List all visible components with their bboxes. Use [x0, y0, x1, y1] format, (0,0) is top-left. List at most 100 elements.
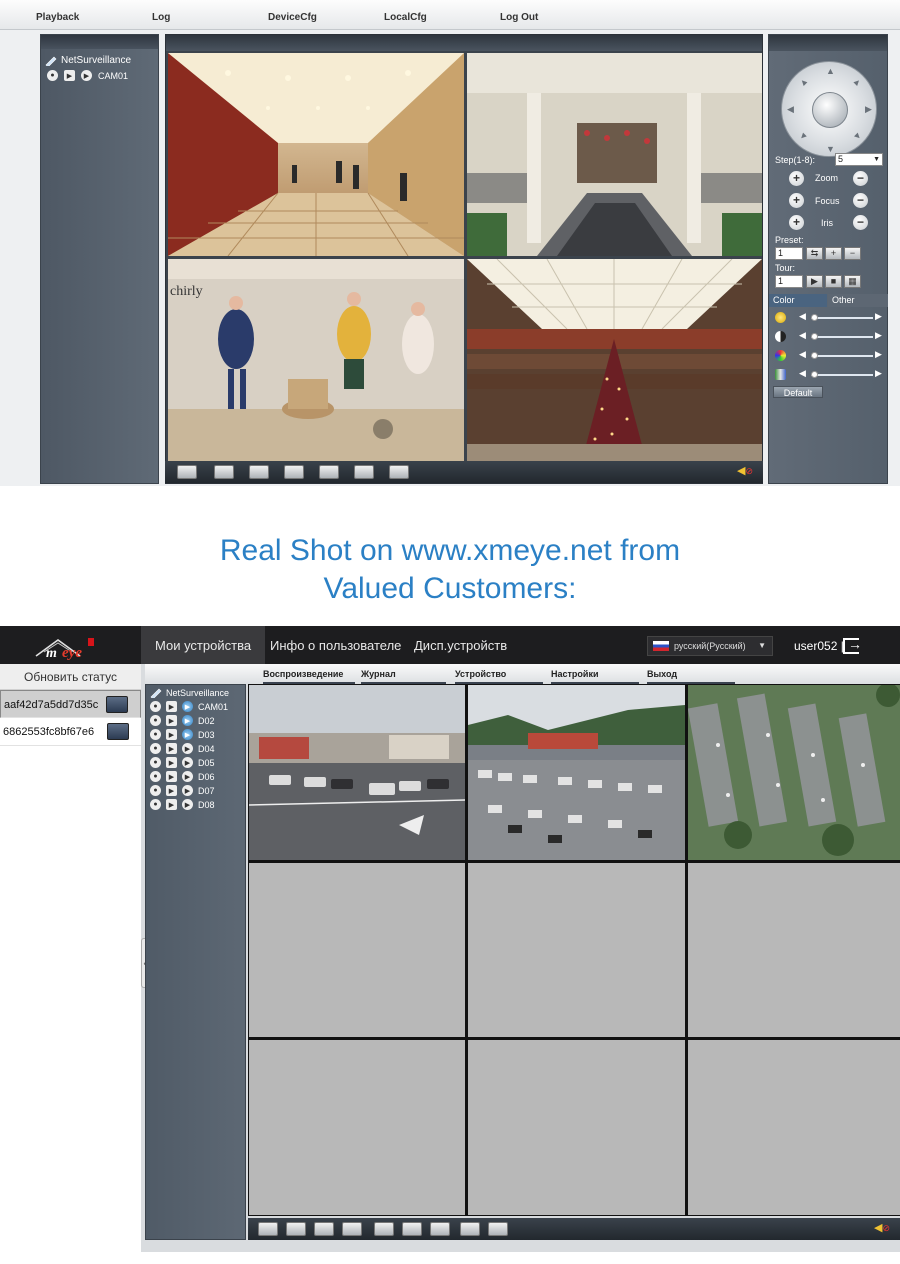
menu-devicecfg[interactable]: DeviceCfg [268, 12, 317, 23]
single-view-button[interactable] [214, 465, 234, 479]
fullscreen-button[interactable] [177, 465, 197, 479]
camera-view-3[interactable] [687, 683, 900, 860]
ptz-down-right-icon[interactable]: ▼ [851, 129, 864, 142]
focus-near-button[interactable]: + [789, 193, 804, 208]
empty-camera-slot[interactable] [468, 863, 685, 1037]
empty-camera-slot[interactable] [688, 863, 900, 1037]
slider-track[interactable] [811, 374, 873, 376]
tree-camera-row[interactable]: ● ▶ ▶ D04 [146, 740, 245, 754]
slider-right-icon[interactable]: ▶ [875, 311, 882, 322]
record-icon[interactable]: ● [150, 729, 161, 740]
camera-view-1[interactable] [248, 685, 466, 860]
camera-status-icon[interactable]: ▶ [182, 799, 193, 810]
record-icon[interactable]: ● [150, 743, 161, 754]
record-icon[interactable]: ● [150, 757, 161, 768]
stop-record-button[interactable] [284, 465, 304, 479]
fullscreen-button[interactable] [258, 1222, 278, 1236]
record-icon[interactable]: ● [150, 799, 161, 810]
tree-camera-row[interactable]: ● ▶ ▶ D03 [146, 726, 245, 740]
connect-all-button[interactable] [460, 1222, 480, 1236]
tab-other[interactable]: Other [828, 294, 888, 307]
slider-knob[interactable] [811, 352, 819, 359]
record-icon[interactable]: ● [47, 70, 58, 81]
tree-camera-row[interactable]: ● ▶ ▶ D02 [146, 712, 245, 726]
zoom-in-button[interactable]: + [789, 171, 804, 186]
camera-view-1[interactable] [168, 53, 464, 256]
empty-camera-slot[interactable] [249, 863, 465, 1037]
tour-grid-button[interactable]: ▦ [844, 275, 861, 288]
ptz-right-icon[interactable]: ▶ [865, 104, 872, 115]
saturation-slider[interactable]: ◀ ▶ [775, 349, 885, 363]
tour-input[interactable]: 1 [775, 275, 803, 288]
slider-track[interactable] [811, 355, 873, 357]
ptz-down-left-icon[interactable]: ▼ [797, 129, 810, 142]
single-view-button[interactable] [286, 1222, 306, 1236]
default-button[interactable]: Default [773, 386, 823, 398]
step-select[interactable]: 5 ▼ [835, 153, 883, 166]
camera-view-2[interactable] [467, 53, 762, 256]
ptz-center-button[interactable] [812, 92, 848, 128]
tab-user-info[interactable]: Инфо о пользователе [256, 626, 415, 664]
tab-device-manager[interactable]: Дисп.устройств [400, 626, 521, 664]
slider-right-icon[interactable]: ▶ [875, 368, 882, 379]
record-icon[interactable]: ● [150, 701, 161, 712]
preset-remove-button[interactable]: − [844, 247, 861, 260]
play-icon[interactable]: ▶ [166, 785, 177, 796]
disconnect-all-button[interactable] [389, 465, 409, 479]
tree-camera-row[interactable]: ● ▶ ▶ CAM01 [41, 66, 158, 81]
menu-log[interactable]: Log [152, 12, 170, 23]
tree-camera-row[interactable]: ● ▶ ▶ D06 [146, 768, 245, 782]
slider-right-icon[interactable]: ▶ [875, 349, 882, 360]
camera-status-icon[interactable]: ▶ [182, 771, 193, 782]
device-item[interactable]: aaf42d7a5dd7d35c [0, 690, 141, 718]
menu-localcfg[interactable]: LocalCfg [384, 12, 427, 23]
quad-view-button[interactable] [314, 1222, 334, 1236]
refresh-status-button[interactable]: Обновить статус [0, 664, 141, 690]
camera-status-icon[interactable]: ▶ [182, 729, 193, 740]
slider-track[interactable] [811, 317, 873, 319]
contrast-slider[interactable]: ◀ ▶ [775, 330, 885, 344]
empty-camera-slot[interactable] [688, 1040, 900, 1215]
ptz-direction-pad[interactable]: ▲ ▼ ◀ ▶ ▲ ▲ ▼ ▼ [781, 61, 877, 157]
play-icon[interactable]: ▶ [166, 757, 177, 768]
play-icon[interactable]: ▶ [166, 701, 177, 712]
menu-playback[interactable]: Воспроизведение [263, 669, 355, 684]
connect-all-button[interactable] [354, 465, 374, 479]
iris-close-button[interactable]: − [853, 215, 868, 230]
menu-log[interactable]: Журнал [361, 669, 446, 684]
iris-open-button[interactable]: + [789, 215, 804, 230]
tree-camera-row[interactable]: ● ▶ ▶ D05 [146, 754, 245, 768]
disconnect-all-button[interactable] [488, 1222, 508, 1236]
slider-left-icon[interactable]: ◀ [799, 330, 806, 341]
mute-icon[interactable]: ◀⊘ [874, 1221, 890, 1234]
nine-view-button[interactable] [342, 1222, 362, 1236]
record-icon[interactable]: ● [150, 715, 161, 726]
play-icon[interactable]: ▶ [166, 729, 177, 740]
empty-camera-slot[interactable] [249, 1040, 465, 1215]
slider-left-icon[interactable]: ◀ [799, 349, 806, 360]
play-icon[interactable]: ▶ [166, 771, 177, 782]
hue-slider[interactable]: ◀ ▶ [775, 368, 885, 382]
camera-status-icon[interactable]: ▶ [182, 743, 193, 754]
camera-view-4[interactable] [467, 259, 762, 462]
play-icon[interactable]: ▶ [64, 70, 75, 81]
camera-status-icon[interactable]: ▶ [182, 785, 193, 796]
camera-status-icon[interactable]: ▶ [182, 701, 193, 712]
slider-knob[interactable] [811, 371, 819, 378]
camera-status-icon[interactable]: ▶ [81, 70, 92, 81]
camera-view-3[interactable]: chirly [168, 259, 464, 462]
camera-status-icon[interactable]: ▶ [182, 715, 193, 726]
tree-root[interactable]: NetSurveillance [41, 49, 158, 66]
menu-device[interactable]: Устройство [455, 669, 543, 684]
record-button[interactable] [249, 465, 269, 479]
slider-left-icon[interactable]: ◀ [799, 368, 806, 379]
play-icon[interactable]: ▶ [166, 715, 177, 726]
tab-my-devices[interactable]: Мои устройства [141, 626, 266, 664]
slider-knob[interactable] [811, 333, 819, 340]
preset-add-button[interactable]: + [825, 247, 842, 260]
tour-play-button[interactable]: ▶ [806, 275, 823, 288]
ptz-up-right-icon[interactable]: ▲ [851, 75, 864, 88]
preset-goto-button[interactable]: ⇆ [806, 247, 823, 260]
camera-view-2[interactable] [468, 685, 685, 860]
focus-far-button[interactable]: − [853, 193, 868, 208]
